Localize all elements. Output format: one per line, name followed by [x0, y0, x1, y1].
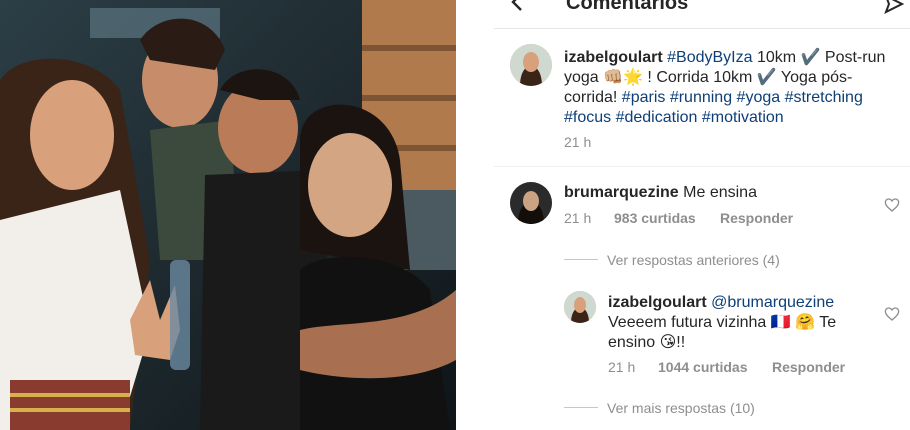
- group-photo-image: [0, 0, 456, 430]
- caption-text: izabelgoulart #BodyByIza 10km ✔️ Post-ru…: [564, 48, 894, 128]
- reply-likes[interactable]: 1044 curtidas: [658, 359, 748, 375]
- reply-time: 21 h: [608, 359, 636, 375]
- page-title: Comentários: [566, 0, 689, 14]
- reply-reply-button[interactable]: Responder: [772, 359, 845, 375]
- heart-icon[interactable]: [884, 197, 900, 213]
- divider: [456, 0, 494, 430]
- caption-username[interactable]: izabelgoulart: [564, 49, 663, 66]
- reply-body: Veeeem futura vizinha 🇫🇷 🤗 Te ensino 😘!!: [608, 314, 837, 351]
- reply-username[interactable]: izabelgoulart: [608, 294, 707, 311]
- caption-hashtag[interactable]: #BodyByIza: [667, 49, 752, 66]
- avatar[interactable]: [564, 291, 596, 323]
- heart-icon[interactable]: [884, 306, 900, 322]
- previous-replies-link[interactable]: Ver respostas anteriores (4): [607, 252, 780, 268]
- top-bar: Comentários: [494, 0, 910, 29]
- reply-mention[interactable]: @brumarquezine: [711, 294, 834, 311]
- comment-likes-label[interactable]: 983 curtidas: [614, 210, 696, 226]
- comment-body: Me ensina: [683, 184, 757, 201]
- comment-reply-button[interactable]: Responder: [720, 210, 793, 226]
- send-icon[interactable]: [884, 0, 905, 20]
- avatar[interactable]: [510, 182, 552, 224]
- reply-line: [564, 259, 598, 260]
- comments-panel: Comentários izabelgoulart #BodyByIza 10k…: [494, 0, 910, 430]
- comment-likes[interactable]: 983 curtidas: [614, 210, 696, 226]
- post-photo: [0, 0, 456, 430]
- comment-reply-label[interactable]: Responder: [720, 210, 793, 226]
- reply-likes-label[interactable]: 1044 curtidas: [658, 359, 748, 375]
- reply-line: [564, 407, 598, 408]
- separator: [494, 166, 910, 167]
- comment-username[interactable]: brumarquezine: [564, 184, 679, 201]
- reply-reply-label[interactable]: Responder: [772, 359, 845, 375]
- back-arrow-icon[interactable]: [508, 0, 528, 19]
- comment-time: 21 h: [564, 210, 592, 226]
- avatar[interactable]: [510, 44, 552, 86]
- reply-text: izabelgoulart @brumarquezine Veeeem futu…: [608, 293, 878, 353]
- more-replies-link[interactable]: Ver mais respostas (10): [607, 400, 755, 416]
- comment-text: brumarquezine Me ensina: [564, 183, 874, 203]
- caption-time: 21 h: [564, 134, 592, 150]
